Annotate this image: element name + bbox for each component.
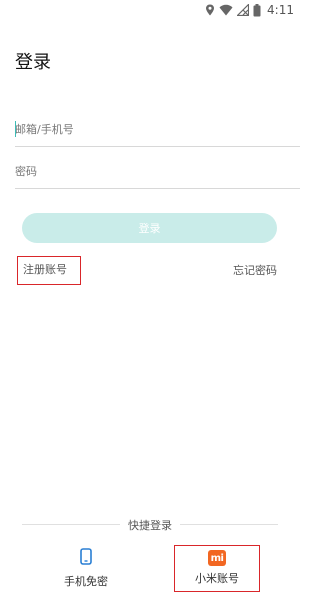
phone-icon	[80, 548, 92, 569]
quick-login-divider-right	[180, 524, 278, 525]
forgot-password-link[interactable]: 忘记密码	[233, 262, 277, 278]
quick-login-title: 快捷登录	[128, 519, 172, 532]
battery-icon	[253, 3, 261, 17]
account-field[interactable]	[15, 114, 300, 147]
quick-login-mi-account-button[interactable]: mi 小米账号	[174, 545, 260, 592]
quick-login-mi-label: 小米账号	[195, 572, 239, 585]
wifi-icon	[219, 4, 233, 16]
text-cursor	[15, 121, 16, 137]
register-link-label: 注册账号	[23, 263, 67, 276]
status-bar: 4:11	[0, 0, 300, 22]
status-time: 4:11	[267, 3, 294, 17]
account-input[interactable]	[15, 114, 300, 144]
status-icons: 4:11	[205, 2, 294, 18]
signal-icon	[237, 4, 250, 16]
register-link[interactable]: 注册账号	[17, 256, 81, 285]
location-icon	[205, 4, 215, 16]
login-button[interactable]: 登录	[22, 213, 277, 243]
page-title: 登录	[15, 52, 51, 73]
quick-login-phone-button[interactable]: 手机免密	[46, 548, 126, 589]
password-input[interactable]	[15, 156, 300, 186]
mi-logo-icon: mi	[208, 550, 226, 566]
password-field[interactable]	[15, 156, 300, 189]
quick-login-phone-label: 手机免密	[64, 575, 108, 588]
